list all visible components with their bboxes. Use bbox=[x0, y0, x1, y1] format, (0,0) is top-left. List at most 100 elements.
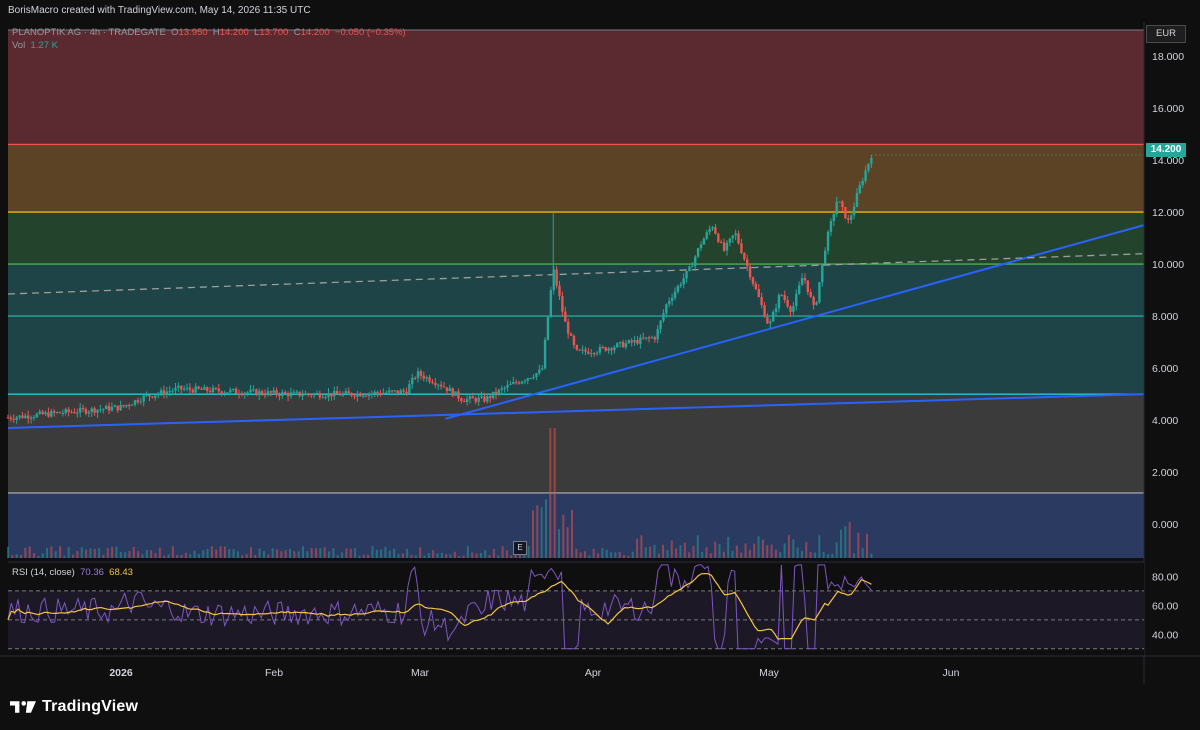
time-axis-tick: Feb bbox=[265, 667, 283, 679]
volume-bar bbox=[584, 551, 587, 558]
candle-body bbox=[636, 339, 639, 344]
candle-body bbox=[861, 180, 864, 186]
candle-body bbox=[864, 170, 867, 181]
volume-bar bbox=[219, 546, 222, 558]
candle-body bbox=[425, 377, 428, 379]
volume-bar bbox=[458, 555, 461, 558]
tradingview-logo-icon bbox=[10, 701, 36, 713]
volume-bar bbox=[37, 555, 40, 558]
candle-body bbox=[159, 390, 163, 394]
volume-bar bbox=[662, 544, 665, 558]
volume-bar bbox=[154, 553, 157, 558]
volume-bar bbox=[488, 554, 491, 558]
candle-body bbox=[24, 415, 27, 418]
candle-body bbox=[240, 394, 244, 396]
volume-bar bbox=[870, 553, 873, 558]
candle-body bbox=[659, 320, 662, 330]
candle-body bbox=[327, 393, 330, 397]
candle-body bbox=[321, 397, 324, 399]
volume-bar bbox=[24, 547, 27, 558]
candle-body bbox=[41, 411, 44, 415]
volume-bar bbox=[28, 546, 31, 558]
candle-body bbox=[194, 386, 197, 393]
volume-bar bbox=[692, 546, 695, 558]
candle-body bbox=[558, 285, 561, 297]
volume-bar bbox=[7, 546, 9, 558]
price-zone-4 bbox=[8, 394, 1144, 493]
candle-body bbox=[47, 412, 50, 417]
time-axis-tick: 2026 bbox=[109, 667, 133, 679]
candle-body bbox=[685, 271, 688, 279]
candle-body bbox=[454, 391, 457, 396]
candle-body bbox=[829, 221, 833, 232]
volume-bar bbox=[861, 548, 864, 558]
volume-bar bbox=[228, 548, 231, 558]
candle-body bbox=[324, 396, 327, 398]
volume-bar bbox=[501, 546, 504, 558]
volume-bar bbox=[215, 549, 218, 558]
candle-body bbox=[258, 391, 261, 396]
candle-body bbox=[229, 389, 232, 393]
candle-body bbox=[566, 321, 570, 334]
candle-body bbox=[402, 390, 405, 392]
candle-body bbox=[592, 353, 596, 355]
candle-body bbox=[838, 201, 841, 203]
volume-bar bbox=[696, 535, 699, 558]
currency-selector[interactable]: EUR bbox=[1146, 25, 1186, 43]
candle-body bbox=[844, 206, 847, 219]
candle-body bbox=[797, 285, 801, 294]
candle-body bbox=[662, 313, 665, 321]
volume-bar bbox=[189, 554, 192, 558]
volume-bar bbox=[280, 551, 283, 558]
rsi-axis-tick: 80.00 bbox=[1152, 571, 1178, 583]
volume-bar bbox=[297, 551, 300, 558]
candle-body bbox=[356, 393, 359, 397]
volume-bar bbox=[210, 546, 213, 558]
volume-bar bbox=[111, 546, 114, 558]
candle-body bbox=[180, 385, 183, 390]
candle-body bbox=[653, 337, 656, 340]
candle-body bbox=[416, 371, 420, 379]
candle-body bbox=[471, 396, 475, 399]
volume-bar bbox=[497, 555, 500, 558]
candle-body bbox=[275, 390, 278, 395]
tradingview-logo[interactable]: TradingView bbox=[10, 698, 138, 716]
candle-body bbox=[315, 393, 319, 395]
candle-body bbox=[226, 392, 229, 394]
candle-body bbox=[780, 295, 784, 297]
candle-body bbox=[286, 393, 290, 397]
volume-bar bbox=[85, 549, 88, 558]
volume-bar bbox=[371, 546, 374, 558]
candle-body bbox=[359, 393, 362, 397]
candle-body bbox=[130, 404, 134, 406]
candle-body bbox=[399, 390, 402, 394]
candle-body bbox=[682, 278, 685, 285]
candle-body bbox=[295, 391, 298, 393]
volume-bar bbox=[553, 428, 556, 558]
candle-body bbox=[145, 394, 148, 396]
candle-body bbox=[561, 296, 564, 312]
candle-body bbox=[113, 405, 117, 407]
price-chart[interactable]: 18.00016.00014.00012.00010.0008.0006.000… bbox=[0, 0, 1200, 684]
candle-body bbox=[344, 391, 348, 394]
candle-body bbox=[396, 390, 400, 394]
candle-body bbox=[852, 206, 856, 216]
candle-body bbox=[38, 411, 41, 414]
candle-body bbox=[439, 384, 443, 387]
volume-bar bbox=[271, 548, 274, 558]
volume-bar bbox=[761, 539, 764, 558]
candle-body bbox=[333, 390, 336, 397]
volume-bar bbox=[536, 505, 539, 558]
candle-body bbox=[774, 308, 778, 312]
volume-bar bbox=[232, 549, 235, 558]
candle-body bbox=[27, 415, 30, 419]
candle-body bbox=[543, 339, 547, 369]
earnings-badge[interactable]: E bbox=[513, 541, 527, 555]
volume-bar bbox=[649, 546, 652, 558]
candle-body bbox=[9, 417, 13, 419]
candle-body bbox=[795, 293, 798, 307]
candle-body bbox=[483, 396, 486, 402]
candle-body bbox=[734, 233, 737, 236]
volume-bar bbox=[484, 549, 487, 558]
candle-body bbox=[578, 349, 581, 351]
